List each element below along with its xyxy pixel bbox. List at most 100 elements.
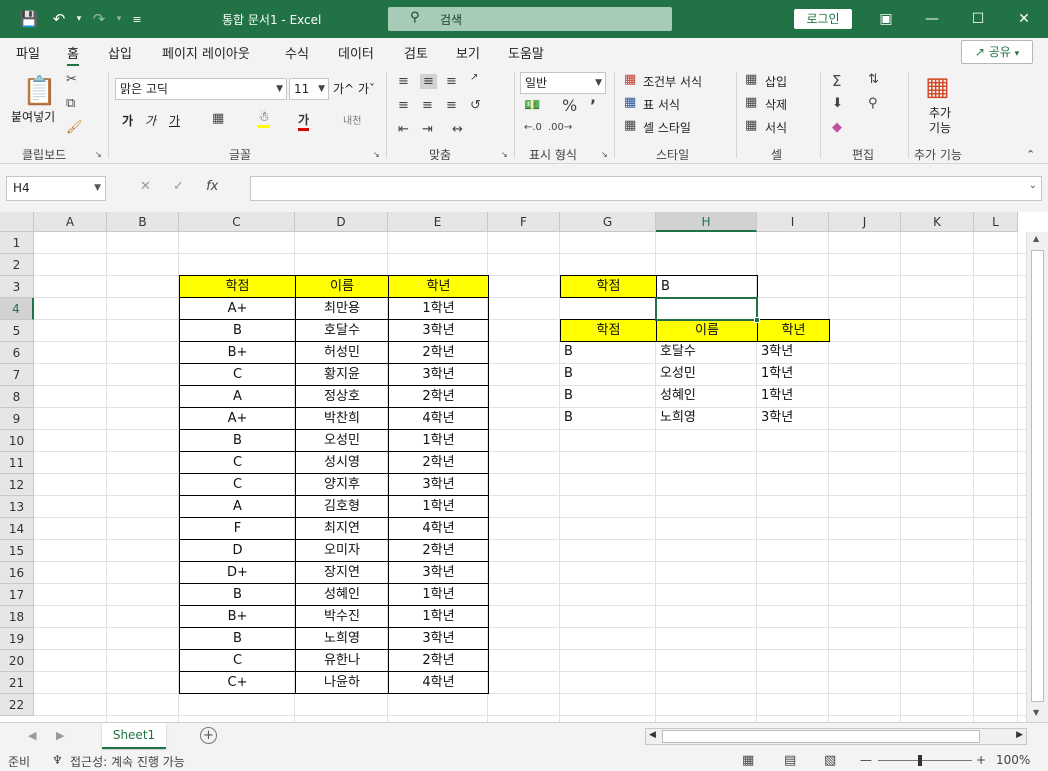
source-cell-name[interactable]: 호달수 bbox=[295, 319, 389, 342]
source-cell-year[interactable]: 4학년 bbox=[388, 517, 489, 540]
cell-styles-button[interactable]: 셀 스타일 bbox=[643, 119, 691, 136]
source-cell-year[interactable]: 1학년 bbox=[388, 429, 489, 452]
criteria-label-cell[interactable]: 학점 bbox=[560, 275, 657, 298]
cancel-icon[interactable]: ✕ bbox=[140, 179, 151, 194]
column-header-g[interactable]: G bbox=[560, 212, 656, 232]
scroll-down-icon[interactable]: ▼ bbox=[1033, 708, 1039, 717]
column-header-d[interactable]: D bbox=[295, 212, 388, 232]
fill-handle[interactable] bbox=[754, 317, 760, 323]
source-cell-grade[interactable]: B bbox=[179, 627, 296, 650]
row-header-18[interactable]: 18 bbox=[0, 606, 34, 628]
row-header-5[interactable]: 5 bbox=[0, 320, 34, 342]
source-cell-grade[interactable]: C bbox=[179, 649, 296, 672]
ribbon-display-options-icon[interactable]: ▣ bbox=[874, 8, 898, 30]
tab-data[interactable]: 데이터 bbox=[338, 43, 374, 62]
result-cell-grade[interactable]: B bbox=[560, 407, 657, 430]
increase-indent-icon[interactable]: ⇥ bbox=[422, 122, 433, 137]
source-cell-grade[interactable]: B bbox=[179, 429, 296, 452]
merge-center-icon[interactable]: ↔ bbox=[452, 122, 463, 137]
source-cell-year[interactable]: 1학년 bbox=[388, 583, 489, 606]
row-header-15[interactable]: 15 bbox=[0, 540, 34, 562]
source-cell-grade[interactable]: C+ bbox=[179, 671, 296, 694]
result-header-grade[interactable]: 학점 bbox=[560, 319, 657, 342]
align-center-icon[interactable]: ≡ bbox=[422, 98, 433, 113]
source-cell-year[interactable]: 1학년 bbox=[388, 297, 489, 320]
source-cell-grade[interactable]: D bbox=[179, 539, 296, 562]
find-select-icon[interactable]: ⚲ bbox=[868, 96, 878, 111]
result-cell-grade[interactable]: B bbox=[560, 385, 657, 408]
column-header-c[interactable]: C bbox=[179, 212, 295, 232]
row-header-17[interactable]: 17 bbox=[0, 584, 34, 606]
paste-button[interactable]: 붙여넣기 bbox=[11, 108, 55, 125]
close-button[interactable]: ✕ bbox=[1012, 8, 1036, 30]
result-cell-year[interactable]: 1학년 bbox=[757, 385, 830, 408]
row-header-14[interactable]: 14 bbox=[0, 518, 34, 540]
source-cell-grade[interactable]: A bbox=[179, 385, 296, 408]
source-cell-name[interactable]: 성혜인 bbox=[295, 583, 389, 606]
result-cell-grade[interactable]: B bbox=[560, 363, 657, 386]
clipboard-launcher-icon[interactable]: ↘ bbox=[95, 150, 102, 159]
format-as-table-button[interactable]: 표 서식 bbox=[643, 96, 680, 113]
source-cell-name[interactable]: 유한나 bbox=[295, 649, 389, 672]
align-left-icon[interactable]: ≡ bbox=[398, 98, 409, 113]
number-launcher-icon[interactable]: ↘ bbox=[601, 150, 608, 159]
row-header-2[interactable]: 2 bbox=[0, 254, 34, 276]
source-cell-grade[interactable]: B bbox=[179, 319, 296, 342]
row-header-3[interactable]: 3 bbox=[0, 276, 34, 298]
add-ins-button[interactable]: 추가 기능 bbox=[926, 106, 954, 136]
zoom-slider[interactable] bbox=[878, 760, 972, 761]
vertical-scroll-thumb[interactable] bbox=[1031, 250, 1044, 702]
source-header-year[interactable]: 학년 bbox=[388, 275, 489, 298]
increase-decimal-icon[interactable]: ←.0 bbox=[524, 122, 542, 133]
horizontal-scrollbar[interactable]: ◀ ▶ bbox=[645, 728, 1027, 745]
page-break-view-icon[interactable]: ▧ bbox=[824, 753, 836, 768]
result-cell-year[interactable]: 3학년 bbox=[757, 407, 830, 430]
fill-icon[interactable]: ⬇ bbox=[832, 96, 843, 111]
font-size-combo[interactable]: 11 ▼ bbox=[289, 78, 329, 100]
minimize-button[interactable]: — bbox=[920, 8, 944, 30]
zoom-level[interactable]: 100% bbox=[996, 753, 1030, 767]
column-header-l[interactable]: L bbox=[974, 212, 1018, 232]
scroll-left-icon[interactable]: ◀ bbox=[649, 730, 656, 740]
source-cell-year[interactable]: 2학년 bbox=[388, 451, 489, 474]
undo-dropdown-icon[interactable]: ▾ bbox=[68, 8, 90, 30]
tab-insert[interactable]: 삽입 bbox=[108, 43, 132, 62]
tab-help[interactable]: 도움말 bbox=[508, 43, 544, 62]
source-cell-year[interactable]: 3학년 bbox=[388, 627, 489, 650]
source-cell-name[interactable]: 최만용 bbox=[295, 297, 389, 320]
grow-font-button[interactable]: 가^ bbox=[333, 80, 354, 97]
column-header-i[interactable]: I bbox=[757, 212, 829, 232]
vertical-scrollbar[interactable]: ▲ ▼ bbox=[1026, 232, 1048, 722]
source-cell-name[interactable]: 노희영 bbox=[295, 627, 389, 650]
insert-cells-button[interactable]: 삽입 bbox=[765, 73, 787, 90]
source-cell-year[interactable]: 4학년 bbox=[388, 407, 489, 430]
select-all-corner[interactable] bbox=[0, 212, 34, 232]
source-cell-year[interactable]: 2학년 bbox=[388, 539, 489, 562]
format-painter-icon[interactable]: 🖌 bbox=[66, 120, 83, 135]
scroll-right-icon[interactable]: ▶ bbox=[1016, 730, 1023, 740]
orientation-icon[interactable]: ↗ bbox=[470, 72, 478, 83]
source-cell-grade[interactable]: A bbox=[179, 495, 296, 518]
source-cell-name[interactable]: 허성민 bbox=[295, 341, 389, 364]
page-layout-view-icon[interactable]: ▤ bbox=[784, 753, 796, 768]
source-cell-name[interactable]: 장지연 bbox=[295, 561, 389, 584]
source-cell-grade[interactable]: F bbox=[179, 517, 296, 540]
source-cell-name[interactable]: 정상호 bbox=[295, 385, 389, 408]
percent-style-icon[interactable]: % bbox=[562, 96, 577, 115]
source-cell-grade[interactable]: C bbox=[179, 473, 296, 496]
tab-home[interactable]: 홈 bbox=[67, 43, 79, 66]
row-header-13[interactable]: 13 bbox=[0, 496, 34, 518]
source-cell-grade[interactable]: B+ bbox=[179, 605, 296, 628]
source-cell-name[interactable]: 김호형 bbox=[295, 495, 389, 518]
underline-button[interactable]: 가 bbox=[169, 112, 180, 129]
source-cell-grade[interactable]: B+ bbox=[179, 341, 296, 364]
redo-icon[interactable]: ↷ bbox=[88, 8, 110, 30]
source-cell-name[interactable]: 황지윤 bbox=[295, 363, 389, 386]
source-cell-name[interactable]: 오미자 bbox=[295, 539, 389, 562]
insert-function-icon[interactable]: fx bbox=[206, 179, 218, 194]
row-header-6[interactable]: 6 bbox=[0, 342, 34, 364]
source-header-name[interactable]: 이름 bbox=[295, 275, 389, 298]
number-format-combo[interactable]: 일반 ▼ bbox=[520, 72, 606, 94]
source-cell-name[interactable]: 나윤하 bbox=[295, 671, 389, 694]
bold-button[interactable]: 가 bbox=[122, 112, 133, 129]
